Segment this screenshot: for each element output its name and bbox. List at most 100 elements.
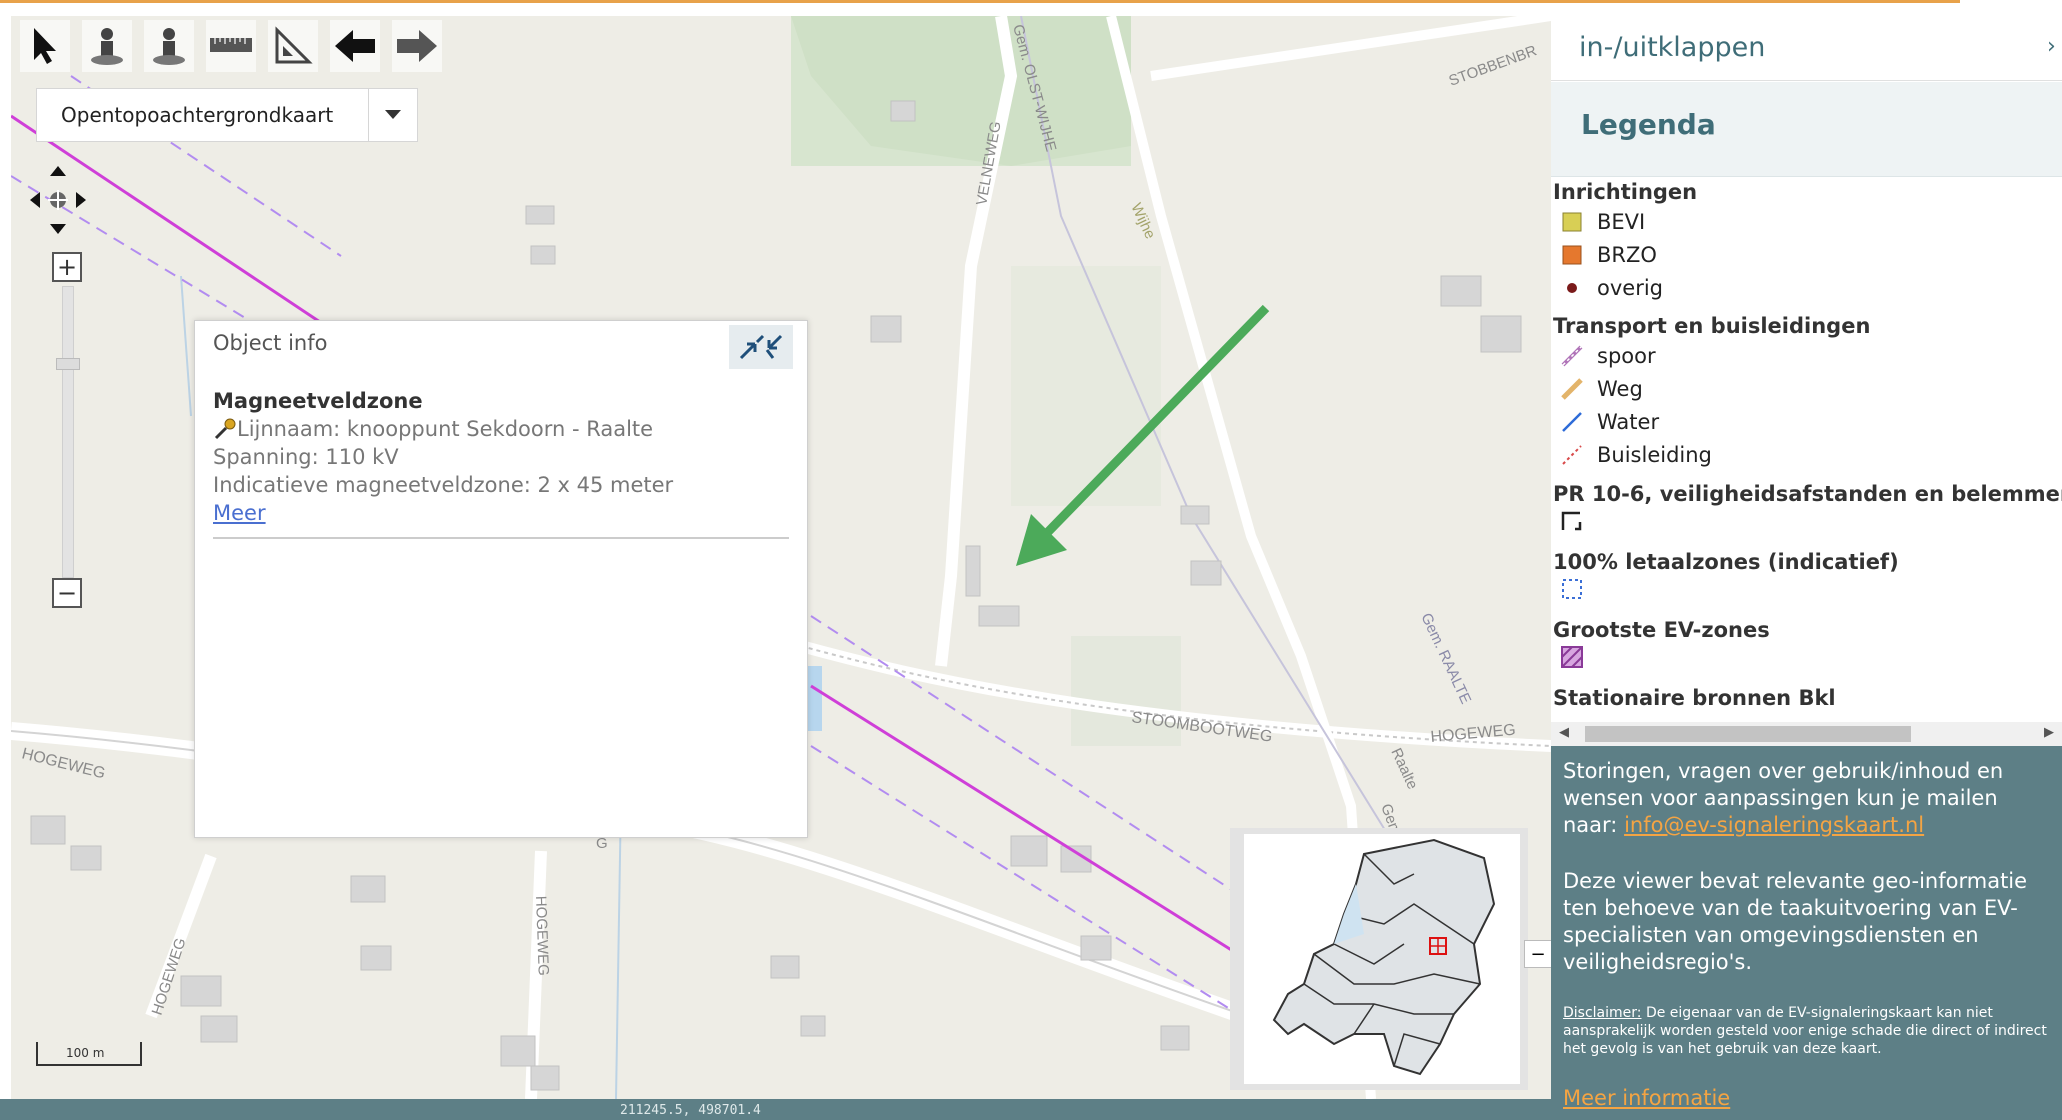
map-label-stobbenbr: STOBBENBR [1447, 42, 1540, 90]
scale-bar: 100 m [36, 1042, 142, 1066]
select-pointer-icon [34, 28, 56, 64]
popup-title: Object info [213, 331, 328, 355]
zoom-out-button[interactable]: − [52, 578, 82, 608]
collapse-toggle[interactable]: in-/uitklappen › [1551, 16, 2062, 81]
feature-heading: Magneetveldzone [213, 389, 423, 413]
legend-item-label: Buisleiding [1597, 443, 1712, 467]
minus-icon: − [1530, 943, 1546, 965]
zoom-in-button[interactable]: + [52, 252, 82, 282]
water-line-icon [1561, 411, 1583, 433]
basemap-dropdown-button[interactable] [368, 89, 417, 141]
legend-group-bkl: Stationaire bronnen Bkl [1553, 686, 1836, 710]
side-panel: in-/uitklappen › Legenda Inrichtingen BE… [1551, 16, 2062, 1120]
ditch [180, 275, 192, 417]
scroll-right-icon[interactable]: ▶ [2044, 725, 2054, 740]
road-line-icon [1561, 378, 1583, 400]
chevron-down-icon [385, 110, 401, 119]
legend-item-label: spoor [1597, 344, 1656, 368]
measure-ruler-icon [210, 38, 252, 52]
more-link[interactable]: Meer [213, 499, 789, 527]
info-panel: Storingen, vragen over gebruik/inhoud en… [1551, 746, 2062, 1120]
expand-collapse-icon [739, 334, 783, 360]
legend-item-weg: Weg [1561, 377, 1643, 401]
contour-bracket-icon [1561, 510, 1583, 532]
select-tool-button[interactable] [20, 20, 70, 72]
disclaimer: Disclaimer: De eigenaar van de EV-signal… [1563, 1004, 2053, 1058]
popup-resize-button[interactable] [729, 325, 793, 369]
legend-item-spoor: spoor [1561, 344, 1656, 368]
identify-all-tool-button[interactable] [144, 20, 194, 72]
scroll-left-icon[interactable]: ◀ [1559, 725, 1569, 740]
minus-icon: − [56, 579, 78, 607]
identify-tool-button[interactable] [82, 20, 132, 72]
legend-list: Inrichtingen BEVI BRZO overig Transport … [1551, 176, 2062, 722]
feature-voltage: Spanning: 110 kV [213, 445, 399, 469]
pipeline-line-icon [1561, 444, 1583, 466]
pond [808, 666, 822, 731]
map-label-hogeweg-left: HOGEWEG [20, 745, 107, 782]
legend-header[interactable]: Legenda [1551, 82, 2062, 177]
dashed-square-icon [1561, 578, 1583, 600]
plus-icon: + [56, 253, 78, 281]
forward-arrow-icon [397, 30, 437, 62]
legend-item-letaal [1561, 578, 1597, 600]
collapse-toggle-label: in-/uitklappen [1579, 32, 1766, 63]
contact-email-link[interactable]: info@ev-signaleringskaart.nl [1624, 813, 1924, 837]
legend-group-inrichtingen: Inrichtingen [1553, 180, 1698, 204]
measure-angle-icon [275, 26, 313, 64]
identify-person-icon [153, 28, 185, 65]
disclaimer-label: Disclaimer: [1563, 1005, 1642, 1021]
hatched-square-icon [1561, 646, 1583, 668]
scrollbar-thumb[interactable] [1585, 726, 1911, 742]
feature-line-name-row: Lijnnaam: knooppunt Sekdoorn - Raalte [213, 415, 789, 443]
field [1011, 266, 1161, 506]
measure-distance-button[interactable] [206, 20, 256, 72]
popup-divider [213, 537, 789, 539]
back-arrow-icon [335, 30, 375, 62]
overview-toggle-button[interactable]: − [1524, 940, 1552, 968]
coordinate-statusbar: 211245.5, 498701.4 [0, 1099, 1551, 1120]
more-info-link[interactable]: Meer informatie [1563, 1086, 1730, 1110]
ditch [615, 795, 622, 1099]
map-toolbar [20, 20, 442, 80]
legend-item-label: Water [1597, 410, 1660, 434]
legend-item-bevi: BEVI [1561, 210, 1645, 234]
zoom-control: + − [50, 252, 84, 612]
yellow-square-icon [1561, 211, 1583, 233]
legend-item-water: Water [1561, 410, 1659, 434]
pan-control[interactable] [28, 162, 88, 238]
legend-item-brzo: BRZO [1561, 243, 1657, 267]
overview-map[interactable] [1230, 828, 1528, 1090]
key-icon [214, 418, 236, 440]
basemap-select-value: Opentopoachtergrondkaart [61, 103, 334, 127]
basemap-select[interactable]: Opentopoachtergrondkaart [36, 88, 418, 142]
chevron-right-icon: › [2047, 34, 2056, 59]
overview-map-canvas [1244, 834, 1520, 1084]
pan-arrows-icon [30, 166, 86, 234]
map-label-gem-raalte: Gem. RAALTE [1417, 611, 1474, 707]
feature-line-name: Lijnnaam: knooppunt Sekdoorn - Raalte [237, 417, 654, 441]
orange-square-icon [1561, 244, 1583, 266]
popup-body: Magneetveldzone Lijnnaam: knooppunt Sekd… [213, 387, 789, 527]
legend-group-transport: Transport en buisleidingen [1553, 314, 1871, 338]
legend-item-ev [1561, 646, 1597, 668]
viewer-description: Deze viewer bevat relevante geo-informat… [1563, 869, 2028, 974]
previous-extent-button[interactable] [330, 20, 380, 72]
measure-area-button[interactable] [268, 20, 318, 72]
zoom-slider-handle[interactable] [56, 358, 80, 370]
contact-text: Storingen, vragen over gebruik/inhoud en… [1563, 758, 2053, 839]
coordinate-readout: 211245.5, 498701.4 [620, 1103, 761, 1118]
map-label-hogeweg-vertical: HOGEWEG [532, 896, 552, 977]
legend-item-pr [1561, 510, 1597, 532]
legend-item-label: BRZO [1597, 243, 1657, 267]
legend-group-letaal: 100% letaalzones (indicatief) [1553, 550, 1899, 574]
legend-horizontal-scrollbar[interactable]: ◀ ▶ [1551, 722, 2062, 746]
feature-zone: Indicatieve magneetveldzone: 2 x 45 mete… [213, 473, 674, 497]
next-extent-button[interactable] [392, 20, 442, 72]
map-label-raalte: Raalte [1387, 746, 1421, 792]
zoom-slider-track[interactable] [62, 286, 74, 578]
top-accent-line [0, 0, 1960, 3]
legend-item-label: BEVI [1597, 210, 1646, 234]
legend-group-pr: PR 10-6, veiligheidsafstanden en belemme… [1553, 482, 2062, 506]
identify-person-icon [91, 28, 123, 65]
